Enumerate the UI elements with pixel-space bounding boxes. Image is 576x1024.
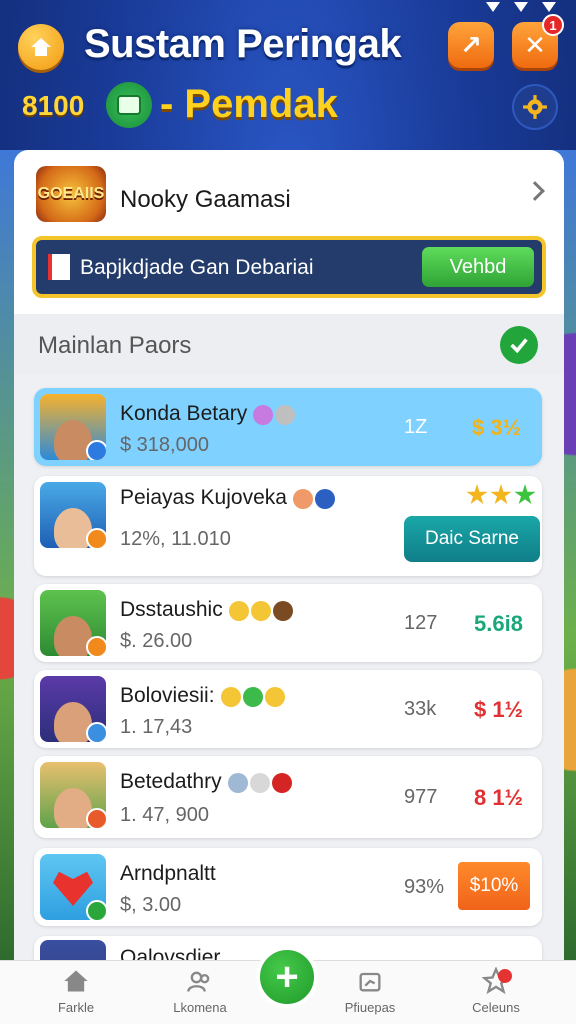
star-icon xyxy=(490,484,512,505)
nav-label: Celeuns xyxy=(472,1000,520,1015)
home-button[interactable] xyxy=(18,24,64,70)
wifi-icon xyxy=(486,2,500,12)
section-header: Mainlan Paors xyxy=(14,314,564,374)
row-name: Konda Betary xyxy=(120,402,297,426)
coin-count: 8100 xyxy=(22,90,85,121)
emoji-icons xyxy=(228,598,295,622)
emoji-icons xyxy=(292,486,337,510)
nav-label: Pfiuepas xyxy=(344,1000,396,1015)
list-item[interactable]: Peiayas Kujoveka 12%, 11.010 Daic Sarne xyxy=(34,476,542,576)
row-count: 127 xyxy=(404,612,438,634)
chevron-right-icon xyxy=(525,181,545,201)
row-name: Peiayas Kujoveka xyxy=(120,486,337,510)
notification-dot xyxy=(498,969,512,983)
row-value: $ 1½ xyxy=(474,697,523,722)
avatar xyxy=(40,482,106,548)
flag-icon xyxy=(48,254,70,280)
list-item[interactable]: Konda Betary $ 318,000 1Z $ 3½ xyxy=(34,388,542,466)
list-item[interactable]: Arndpnaltt $, 3.00 93% $10% xyxy=(34,848,542,926)
avatar xyxy=(40,762,106,828)
emoji-icons xyxy=(220,684,287,708)
arrow-icon: ↗ xyxy=(460,29,482,60)
star-icon xyxy=(514,484,536,505)
rating-stars xyxy=(464,484,536,511)
gear-icon xyxy=(523,95,547,119)
section-title: Mainlan Paors xyxy=(38,332,192,359)
settings-button[interactable] xyxy=(512,84,558,130)
battery-icon xyxy=(542,2,556,12)
plus-icon: + xyxy=(275,954,299,999)
add-button[interactable]: + xyxy=(256,946,318,1008)
profile-name: Nooky Gaamasi xyxy=(120,186,291,213)
list-item[interactable]: Betedathry 1. 47, 900 977 8 1½ xyxy=(34,756,542,838)
avatar xyxy=(40,394,106,460)
row-amount: $. 26.00 xyxy=(120,630,193,652)
player-list: Konda Betary $ 318,000 1Z $ 3½ Peiayas K… xyxy=(14,374,564,970)
row-count: 977 xyxy=(404,786,438,808)
cash-icon[interactable] xyxy=(106,82,152,128)
row-amount: 12%, 11.010 xyxy=(120,528,231,550)
banner-button[interactable]: Vehbd xyxy=(422,247,534,287)
main-panel: GOEAIIS Nooky Gaamasi Bapjkdjade Gan Deb… xyxy=(14,150,564,970)
row-amount: 1. 17,43 xyxy=(120,716,193,738)
avatar xyxy=(40,590,106,656)
row-amount: $ 318,000 xyxy=(120,434,209,456)
close-button[interactable]: ✕ 1 xyxy=(512,14,564,68)
home-icon xyxy=(64,970,88,992)
row-value: $ 3½ xyxy=(472,415,521,440)
avatar xyxy=(40,854,106,920)
edit-button[interactable]: ↗ xyxy=(448,22,494,68)
row-name: Betedathry xyxy=(120,770,294,794)
status-bar xyxy=(486,0,556,14)
promo-banner: Bapjkdjade Gan Debariai Vehbd xyxy=(32,236,546,298)
row-amount: 1. 47, 900 xyxy=(120,804,209,826)
game-logo: GOEAIIS xyxy=(36,166,106,222)
star-icon xyxy=(466,484,488,505)
list-item[interactable]: Dsstaushic $. 26.00 127 5.6i8 xyxy=(34,584,542,662)
sub-title: - Pemdak xyxy=(160,82,338,126)
nav-label: Farkle xyxy=(57,1000,95,1015)
row-value: 8 1½ xyxy=(474,785,523,810)
nav-item-home[interactable]: Farkle xyxy=(28,967,124,1015)
row-name: Dsstaushic xyxy=(120,598,295,622)
row-count: 1Z xyxy=(404,416,428,438)
emoji-icons xyxy=(227,770,294,794)
profile-row[interactable]: GOEAIIS Nooky Gaamasi xyxy=(14,150,564,238)
home-icon xyxy=(31,38,51,56)
heart-icon xyxy=(53,871,93,906)
row-count: 93% xyxy=(404,876,445,898)
row-name: Boloviesii: xyxy=(120,684,287,708)
avatar xyxy=(40,676,106,742)
row-count: 33k xyxy=(404,698,437,720)
sub-header: 8100 - Pemdak xyxy=(0,80,576,136)
top-bar: Sustam Peringak ↗ ✕ 1 xyxy=(0,14,576,78)
row-action-button[interactable]: $10% xyxy=(458,862,530,910)
banner-text: Bapjkdjade Gan Debariai xyxy=(80,256,314,279)
close-icon: ✕ xyxy=(524,29,546,60)
nav-item-notifications[interactable]: Celeuns xyxy=(448,966,544,1015)
list-item[interactable]: Boloviesii: 1. 17,43 33k $ 1½ xyxy=(34,670,542,748)
nav-item-rewards[interactable]: Pfiuepas xyxy=(322,967,418,1015)
app-title: Sustam Peringak xyxy=(84,22,402,66)
row-value: 5.6i8 xyxy=(474,611,523,636)
row-action-button[interactable]: Daic Sarne xyxy=(404,516,540,562)
signal-icon xyxy=(514,2,528,12)
check-icon xyxy=(500,326,538,364)
nav-label: Lkomena xyxy=(173,1000,227,1015)
emoji-icons xyxy=(253,402,297,426)
notification-badge: 1 xyxy=(542,14,564,36)
users-icon xyxy=(187,971,210,992)
gift-icon xyxy=(359,972,381,992)
row-amount: $, 3.00 xyxy=(120,894,182,916)
row-name: Arndpnaltt xyxy=(120,862,216,885)
nav-item-friends[interactable]: Lkomena xyxy=(152,967,248,1015)
